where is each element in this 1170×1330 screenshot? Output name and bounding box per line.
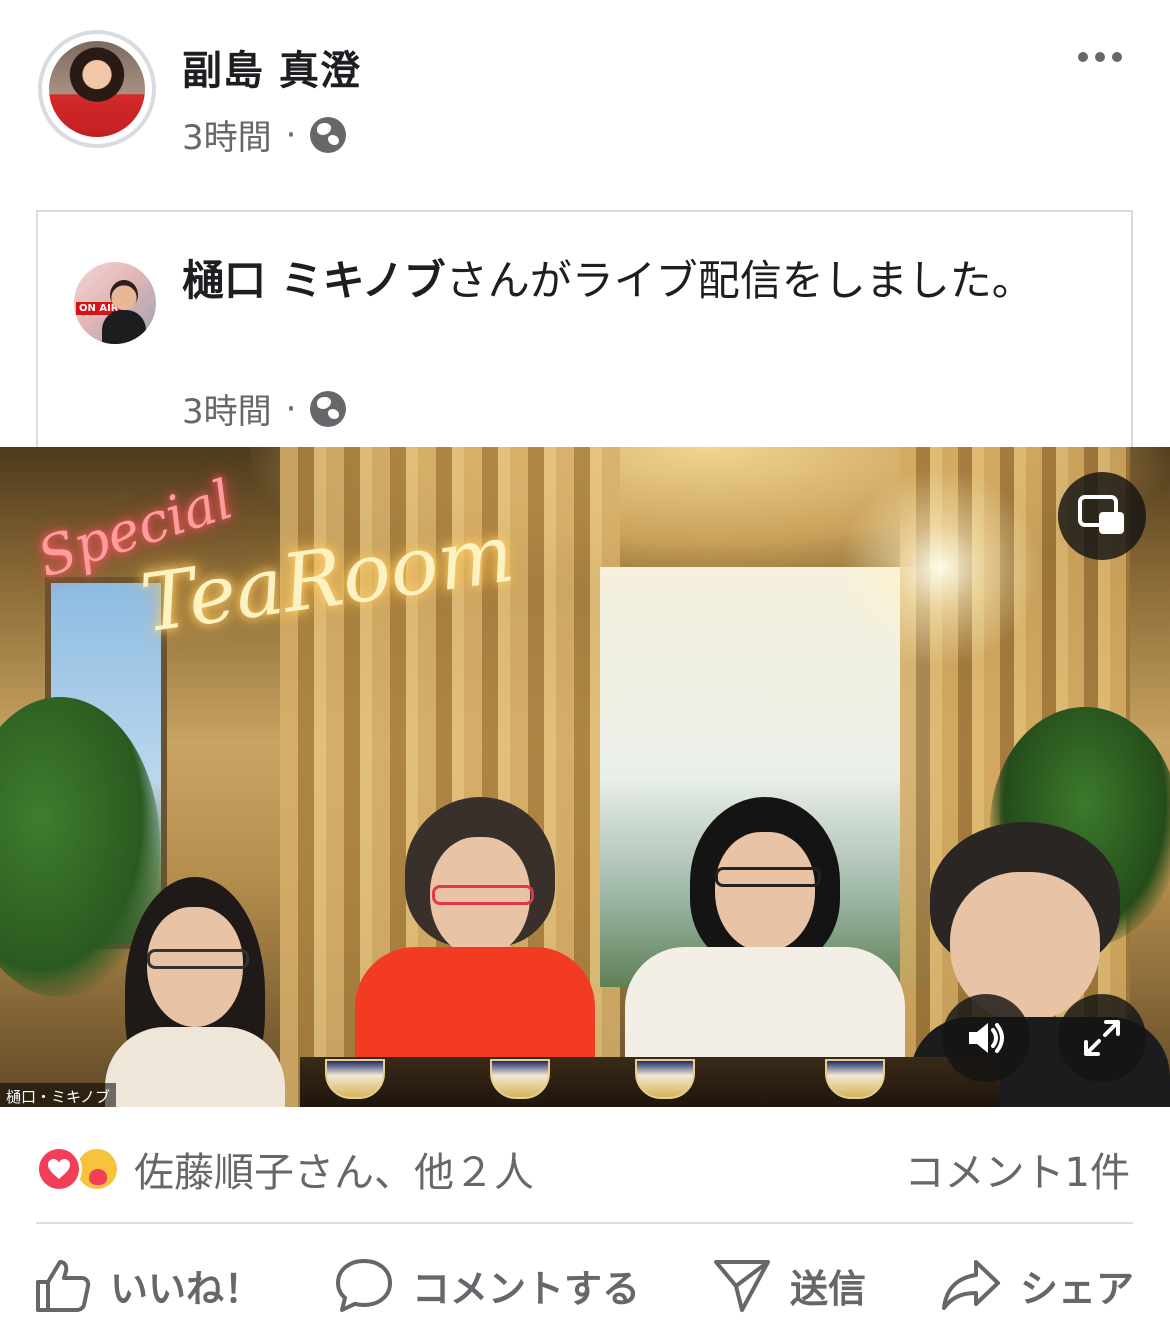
light-flare (840, 467, 1040, 667)
comment-button[interactable]: コメントする (334, 1250, 640, 1320)
comment-count[interactable]: コメント1件 (905, 1140, 1130, 1198)
globe-icon (310, 116, 347, 153)
fullscreen-button[interactable] (1058, 994, 1146, 1082)
volume-button[interactable] (942, 994, 1030, 1082)
share-button[interactable]: シェア (940, 1250, 1134, 1320)
participant-3 (625, 797, 905, 1057)
post-meta: 3時間 · (182, 110, 347, 159)
shared-post-meta: 3時間 · (182, 384, 347, 433)
share-label: シェア (1020, 1266, 1135, 1311)
meta-separator: · (285, 388, 297, 429)
globe-icon (310, 390, 347, 427)
live-video-player[interactable]: Special TeaRoom 樋口・ミキノブ (0, 447, 1170, 1107)
reactions-text: 佐藤順子さん、他２人 (134, 1150, 534, 1196)
expand-icon (1084, 1020, 1120, 1056)
picture-in-picture-icon (1078, 495, 1124, 534)
share-arrow-icon (942, 1260, 1000, 1310)
like-label: いいね！ (110, 1266, 263, 1311)
divider (36, 1222, 1133, 1224)
comment-label: コメントする (412, 1266, 641, 1311)
reactions-summary[interactable]: 佐藤順子さん、他２人 (36, 1140, 534, 1198)
shared-author-avatar[interactable]: ON AIR (74, 262, 156, 344)
participant-name-label: 樋口・ミキノブ (0, 1083, 116, 1107)
more-dots-icon (1078, 52, 1088, 62)
shared-author-name[interactable]: 樋口 ミキノブ (182, 256, 446, 305)
send-button[interactable]: 送信 (712, 1250, 866, 1320)
shared-action-text: さんがライブ配信をしました。 (445, 256, 1034, 305)
participant-2 (350, 797, 600, 1057)
like-button[interactable]: いいね！ (34, 1250, 262, 1320)
author-name[interactable]: 副島 真澄 (182, 38, 361, 96)
volume-icon (969, 1023, 1004, 1053)
author-avatar-image (49, 41, 145, 137)
picture-in-picture-button[interactable] (1058, 472, 1146, 560)
comment-bubble-icon (336, 1259, 392, 1312)
meta-separator: · (285, 114, 297, 155)
post-time[interactable]: 3時間 (182, 110, 272, 159)
shared-post-time[interactable]: 3時間 (182, 384, 272, 433)
author-avatar[interactable] (38, 30, 156, 148)
thumbs-up-icon (36, 1260, 91, 1312)
love-reaction-icon (36, 1146, 82, 1192)
send-label: 送信 (790, 1266, 867, 1311)
shared-post-text: 樋口 ミキノブさんがライブ配信をしました。 (182, 250, 1082, 312)
more-options-button[interactable] (1078, 52, 1122, 62)
send-icon (714, 1260, 770, 1312)
participant-1 (85, 867, 305, 1107)
